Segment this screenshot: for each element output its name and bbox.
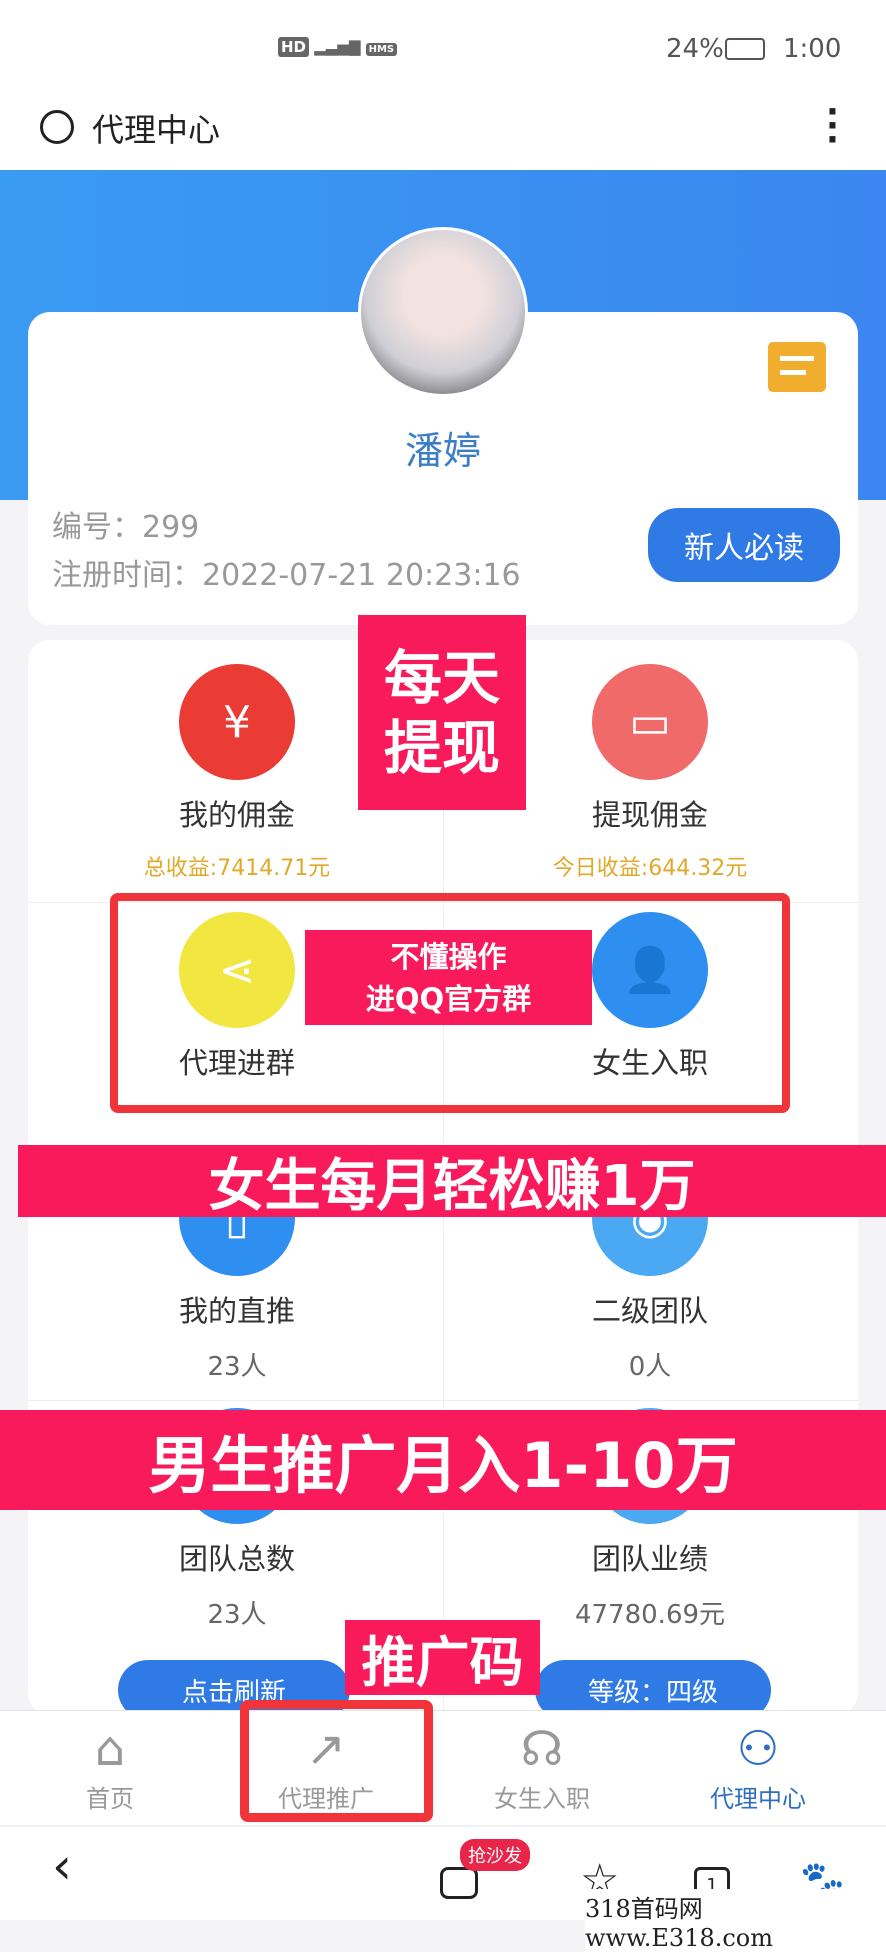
comment-icon[interactable] [440, 1867, 478, 1899]
promo-code-overlay: 推广码 [345, 1620, 540, 1695]
comment-badge: 抢沙发 [460, 1839, 530, 1871]
more-vertical-icon[interactable]: · · · [826, 95, 839, 157]
grid-label[interactable]: 团队总数 [87, 1536, 387, 1578]
new-user-guide-button[interactable]: 新人必读 [648, 508, 840, 582]
grid-label[interactable]: 我的直推 [87, 1288, 387, 1330]
app-header: 代理中心 · · · [0, 95, 886, 170]
status-bar: HD ▂▃▅▇ HMS 24% 1:00 [0, 0, 886, 95]
back-icon[interactable]: ‹ [52, 1837, 72, 1895]
watermark: 318首码网 www.E318.com [585, 1889, 886, 1952]
boys-earn-overlay: 男生推广月入1-10万 [0, 1410, 886, 1510]
grid-sub: 今日收益:644.32元 [552, 856, 748, 881]
grid-sub: 23人 [207, 1600, 267, 1630]
headset-icon: ☊ [520, 1721, 564, 1777]
user-name: 潘婷 [404, 429, 481, 473]
nav-highlight-box [240, 1700, 433, 1822]
grid-sub: 23人 [207, 1352, 267, 1382]
home-icon: ⌂ [94, 1721, 126, 1777]
grid-sub: 47780.69元 [574, 1600, 726, 1630]
card-icon[interactable]: ▭ [592, 664, 708, 780]
qq-group-overlay: 不懂操作 进QQ官方群 [305, 930, 592, 1025]
search-icon[interactable] [40, 110, 74, 144]
user-id: 编号：299 [52, 502, 199, 546]
nav-label: 代理中心 [710, 1785, 806, 1813]
grid-label[interactable]: 提现佣金 [500, 792, 800, 834]
grid-label[interactable]: 二级团队 [500, 1288, 800, 1330]
grid-sub: 总收益:7414.71元 [143, 856, 331, 881]
reg-label: 注册时间： [52, 558, 202, 593]
nav-label: 女生入职 [494, 1785, 590, 1813]
user-icon: ⚇ [736, 1721, 780, 1777]
nav-label: 首页 [86, 1785, 134, 1813]
id-value: 299 [142, 510, 200, 545]
bottom-nav: ⌂ 首页 ↗ 代理推广 ☊ 女生入职 ⚇ 代理中心 [0, 1710, 886, 1825]
clock: 1:00 [783, 34, 842, 64]
page-title: 代理中心 [92, 111, 221, 149]
girls-earn-overlay: 女生每月轻松赚1万 [18, 1145, 886, 1219]
nav-item[interactable]: ⚇ 代理中心 [658, 1719, 858, 1814]
avatar[interactable] [358, 227, 528, 397]
register-time: 注册时间：2022-07-21 20:23:16 [52, 550, 521, 594]
signal-icons: HD ▂▃▅▇ HMS [278, 37, 398, 57]
battery-text: 24% [666, 34, 724, 64]
nav-item[interactable]: ⌂ 首页 [10, 1719, 210, 1814]
reg-value: 2022-07-21 20:23:16 [202, 558, 521, 593]
yen-icon[interactable]: ¥ [179, 664, 295, 780]
nav-item[interactable]: ☊ 女生入职 [442, 1719, 642, 1814]
id-label: 编号： [52, 510, 142, 545]
browser-toolbar: ‹ 抢沙发 ☆ 1 🐾 318首码网 www.E318.com [0, 1826, 886, 1952]
daily-withdraw-overlay: 每天 提现 [358, 615, 526, 810]
grid-sub: 0人 [628, 1352, 672, 1382]
grid-label[interactable]: 我的佣金 [87, 792, 387, 834]
grid-label[interactable]: 团队业绩 [500, 1536, 800, 1578]
message-icon[interactable] [768, 342, 826, 392]
battery-icon [725, 38, 765, 60]
